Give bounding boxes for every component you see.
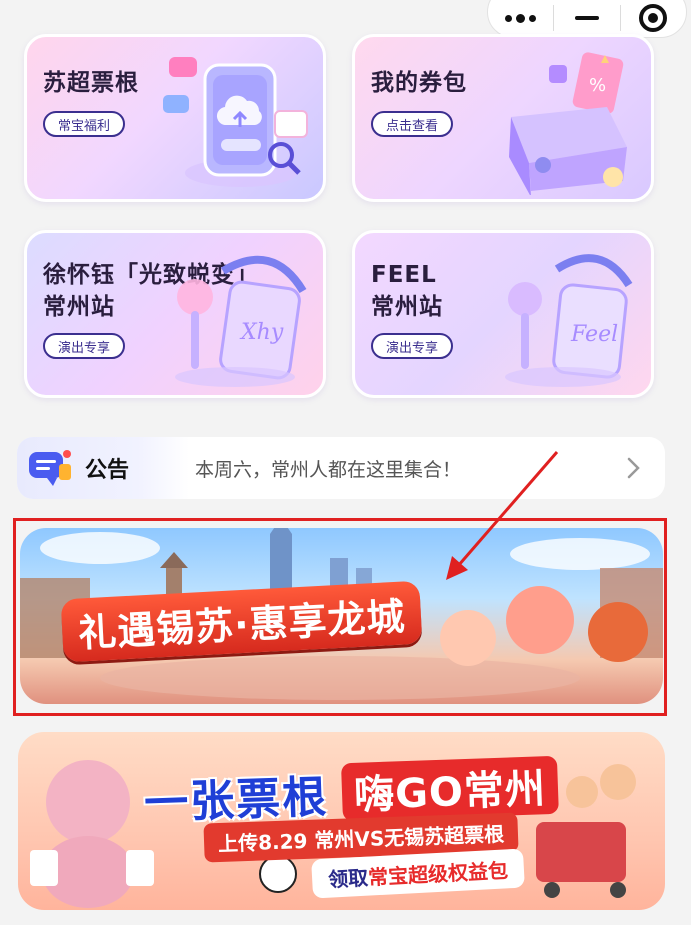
svg-text:%: % bbox=[589, 75, 606, 96]
announcement-label: 公告 bbox=[85, 458, 130, 483]
card-button[interactable]: 演出专享 bbox=[371, 333, 454, 359]
minimize-button[interactable] bbox=[554, 0, 619, 37]
card-title: 我的券包 bbox=[371, 70, 467, 96]
announcement-bar[interactable]: 公告 本周六，常州人都在这里集合！ bbox=[17, 437, 665, 499]
banner-headline-part: 嗨GO常州 bbox=[340, 755, 559, 822]
announcement-text[interactable]: 本周六，常州人都在这里集合！ bbox=[195, 455, 627, 482]
miniprogram-capsule bbox=[487, 0, 687, 38]
phone-upload-illustration bbox=[163, 57, 308, 187]
chevron-right-icon[interactable] bbox=[627, 457, 641, 479]
svg-text:Xhy: Xhy bbox=[239, 320, 284, 345]
target-close-icon bbox=[639, 4, 668, 32]
card-button[interactable]: 常宝福利 bbox=[43, 111, 126, 137]
close-button[interactable] bbox=[621, 0, 686, 37]
gift-box-illustration: % bbox=[509, 52, 627, 195]
card-title: 苏超票根 bbox=[43, 70, 139, 96]
lightstick-badge-illustration: Feel bbox=[505, 254, 633, 387]
banner-cta-verb: 领取 bbox=[327, 865, 369, 892]
announcement-icon bbox=[29, 450, 71, 486]
svg-text:Feel: Feel bbox=[570, 322, 618, 347]
banner-cta-highlight: 常宝超级权益包 bbox=[367, 858, 509, 890]
more-button[interactable] bbox=[488, 0, 553, 37]
lightstick-badge-illustration: Xhy bbox=[175, 255, 307, 387]
card-ticket-stub[interactable]: 苏超票根 常宝福利 bbox=[24, 34, 326, 202]
banner-xisu-longcheng[interactable]: 礼遇锡苏·惠享龙城 bbox=[20, 528, 663, 704]
card-coupon-wallet[interactable]: 我的券包 点击查看 % bbox=[352, 34, 654, 202]
card-concert-feel[interactable]: FEEL 常州站 演出专享 Feel bbox=[352, 230, 654, 398]
more-dots-icon bbox=[505, 13, 537, 23]
card-title-line: FEEL bbox=[371, 262, 437, 288]
minimize-icon bbox=[574, 16, 599, 20]
announcement-label-area: 公告 bbox=[17, 437, 189, 499]
card-title: FEEL 常州站 bbox=[371, 259, 443, 323]
card-button[interactable]: 演出专享 bbox=[43, 333, 126, 359]
banner-ticket-stub-changzhou[interactable]: 一张票根 嗨GO常州 上传8.29 常州VS无锡苏超票根 领取常宝超级权益包 bbox=[18, 732, 665, 910]
card-concert-xuhuaiyu[interactable]: 徐怀钰「光致蜕变」 常州站 演出专享 Xhy bbox=[24, 230, 326, 398]
card-title-line: 常州站 bbox=[371, 294, 443, 320]
card-button[interactable]: 点击查看 bbox=[371, 111, 454, 137]
